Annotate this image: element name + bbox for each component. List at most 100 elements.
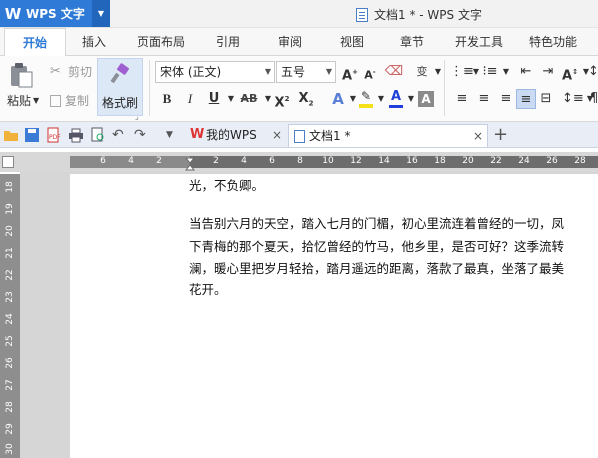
export-pdf-icon[interactable]: PDF <box>46 127 62 143</box>
tab-references[interactable]: 引用 <box>206 28 250 56</box>
shrink-font-icon[interactable]: A- <box>360 62 380 82</box>
tab-insert[interactable]: 插入 <box>72 28 116 56</box>
open-folder-icon[interactable] <box>3 127 19 143</box>
decrease-indent-icon[interactable]: ⇤ <box>516 62 536 82</box>
ruler-tick-label: 28 <box>5 401 15 413</box>
sort-icon[interactable]: ↕ <box>588 62 598 82</box>
ruler-tick-label: 18 <box>5 181 15 193</box>
document-line: 当告别六月的天空，踏入七月的门楣，初心里流连着曾经的一切，凤 <box>189 216 565 231</box>
indent-marker-icon[interactable] <box>185 158 195 172</box>
tab-view[interactable]: 视图 <box>330 28 374 56</box>
wps-logo-icon: W <box>190 127 205 142</box>
italic-icon[interactable]: I <box>180 89 200 109</box>
ruler-tick-label: 20 <box>5 225 15 237</box>
ribbon-home: 粘贴 ▼ ✂ 剪切 复制 格式刷 ⌟ 宋体 (正文) ▼ 五号 ▼ A+ A- … <box>0 56 598 122</box>
ruler-tick-label: 28 <box>574 156 586 166</box>
chevron-down-icon: ▼ <box>264 67 271 76</box>
ruler-tick-label: 26 <box>5 357 15 369</box>
ruler-tick-label: 14 <box>378 156 390 166</box>
quick-access-bar: PDF ↶ ↷ ▼ W 我的WPS × 文档1 * × <box>0 122 598 148</box>
ruler-tick-label: 4 <box>128 156 134 166</box>
wps-logo-icon: W <box>4 4 22 23</box>
tab-developer-tools[interactable]: 开发工具 <box>448 28 510 56</box>
ruler-tick-label: 21 <box>5 247 15 259</box>
customize-toolbar-chevron-icon[interactable]: ▼ <box>166 127 182 143</box>
ruler-tick-label: 24 <box>518 156 530 166</box>
ruler-tick-label: 4 <box>241 156 247 166</box>
justify-icon[interactable]: ≡ <box>516 89 536 109</box>
subscript-icon[interactable]: X2 <box>296 89 316 109</box>
ruler-tick-label: 30 <box>5 443 15 455</box>
ribbon-divider <box>444 60 445 116</box>
ruler-tick-label: 19 <box>5 203 15 215</box>
close-icon[interactable]: × <box>272 124 282 146</box>
line-spacing-icon[interactable]: ↕≡ <box>562 89 584 109</box>
format-painter-button[interactable]: 格式刷 <box>97 58 143 116</box>
copy-label: 复制 <box>65 94 90 108</box>
title-bar: W WPS 文字 ▼ 文档1 * - WPS 文字 <box>0 0 598 28</box>
tab-page-layout[interactable]: 页面布局 <box>130 28 192 56</box>
paste-chevron-icon[interactable]: ▼ <box>33 96 39 105</box>
copy-button[interactable]: 复制 <box>50 92 89 109</box>
character-shading-icon[interactable]: A <box>418 91 434 107</box>
ruler-tick-label: 24 <box>5 313 15 325</box>
paste-icon[interactable] <box>8 62 34 88</box>
cut-label: 剪切 <box>68 65 93 79</box>
wps-app-menu-button[interactable]: W WPS 文字 ▼ <box>0 0 110 27</box>
ruler-tick-label: 2 <box>156 156 162 166</box>
tab-stop-selector[interactable] <box>2 156 14 168</box>
paragraph-marks-icon[interactable]: ¶ <box>590 89 598 109</box>
paste-button[interactable]: 粘贴 ▼ <box>7 92 39 109</box>
align-left-icon[interactable]: ≡ <box>452 89 472 109</box>
ruler-tick-label: 26 <box>546 156 558 166</box>
print-icon[interactable] <box>68 127 84 143</box>
vertical-ruler[interactable]: 18 19 20 21 22 23 24 25 26 27 28 29 30 <box>0 174 20 458</box>
font-name-value: 宋体 (正文) <box>160 65 222 79</box>
grow-font-icon[interactable]: A+ <box>340 62 360 83</box>
ruler-tick-label: 6 <box>100 156 106 166</box>
increase-indent-icon[interactable]: ⇥ <box>538 62 558 82</box>
undo-icon[interactable]: ↶ <box>112 127 128 143</box>
copy-icon <box>50 94 61 107</box>
chevron-down-icon[interactable]: ▼ <box>92 0 110 27</box>
ruler-tick-label: 22 <box>490 156 502 166</box>
cut-button[interactable]: ✂ 剪切 <box>50 63 92 80</box>
print-preview-icon[interactable] <box>90 127 106 143</box>
document-line: 花开。 <box>189 282 227 297</box>
clear-formatting-icon[interactable]: ⌫ <box>384 62 404 82</box>
paste-label: 粘贴 <box>7 94 32 108</box>
ruler-tick-label: 20 <box>462 156 474 166</box>
numbered-list-chevron-icon[interactable]: ▼ <box>496 62 516 82</box>
align-center-icon[interactable]: ≡ <box>474 89 494 109</box>
ribbon-divider <box>149 60 150 116</box>
font-size-value: 五号 <box>281 65 306 79</box>
align-right-icon[interactable]: ≡ <box>496 89 516 109</box>
horizontal-ruler[interactable]: 6 4 2 2 4 6 8 10 12 14 16 18 20 22 24 26… <box>0 152 598 172</box>
font-name-select[interactable]: 宋体 (正文) ▼ <box>155 61 275 83</box>
tab-home[interactable]: 开始 <box>4 28 66 57</box>
close-icon[interactable]: × <box>473 125 483 147</box>
window-title: 文档1 * - WPS 文字 <box>356 6 482 23</box>
tab-section[interactable]: 章节 <box>390 28 434 56</box>
distributed-align-icon[interactable]: ⊟ <box>536 89 556 109</box>
tab-special-features[interactable]: 特色功能 <box>522 28 584 56</box>
clipboard-dialog-launcher-icon[interactable]: ⌟ <box>135 112 139 121</box>
document-line: 光，不负卿。 <box>189 178 265 193</box>
ruler-tick-label: 25 <box>5 335 15 347</box>
ruler-tick-label: 10 <box>322 156 334 166</box>
save-icon[interactable] <box>24 127 40 143</box>
document-line: 下青梅的那个夏天，拾忆曾经的竹马，他乡里，是否可好？这季流转 <box>189 239 565 254</box>
tab-review[interactable]: 审阅 <box>268 28 312 56</box>
format-painter-label: 格式刷 <box>102 96 139 110</box>
font-size-select[interactable]: 五号 ▼ <box>276 61 336 83</box>
superscript-icon[interactable]: X2 <box>272 89 292 110</box>
doc-tab-my-wps[interactable]: W 我的WPS × <box>186 124 286 147</box>
ruler-tick-label: 12 <box>350 156 362 166</box>
doc-tab-document1[interactable]: 文档1 * × <box>288 124 488 147</box>
chevron-down-icon[interactable]: ▼ <box>428 62 448 82</box>
redo-icon[interactable]: ↷ <box>134 127 150 143</box>
new-tab-icon[interactable]: + <box>493 124 508 145</box>
bold-icon[interactable]: B <box>157 89 177 109</box>
ruler-tick-label: 8 <box>297 156 303 166</box>
doc-tab-label: 文档1 * <box>309 129 351 143</box>
